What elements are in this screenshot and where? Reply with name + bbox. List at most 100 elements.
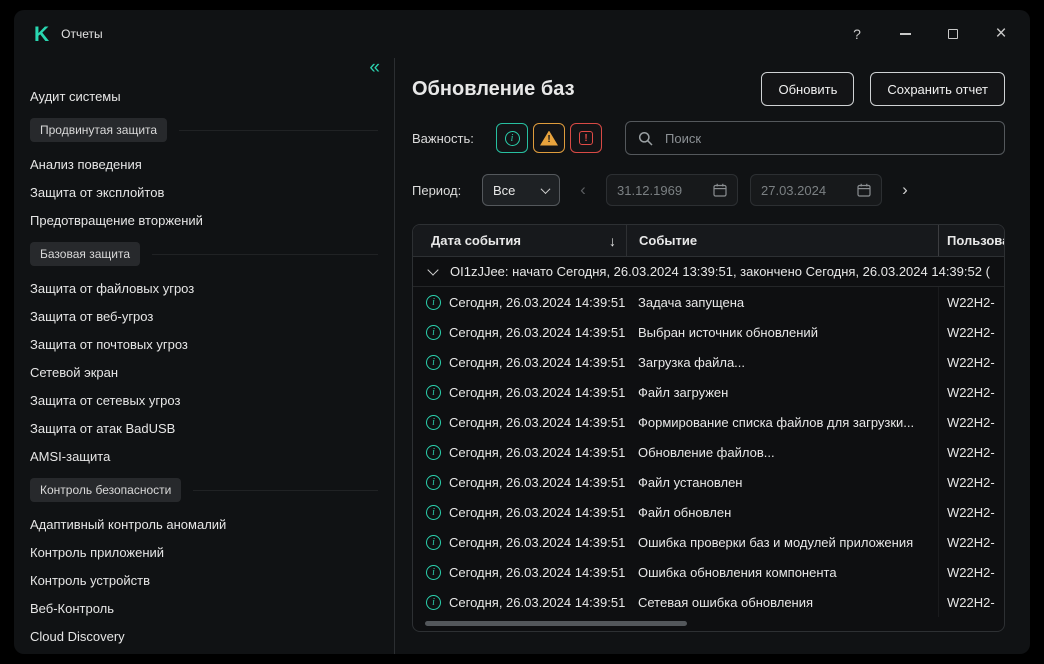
titlebar: K Отчеты ? × [14, 10, 1030, 58]
horizontal-scrollbar [425, 621, 992, 626]
info-icon [426, 445, 441, 460]
info-icon [426, 355, 441, 370]
sidebar-item[interactable]: Анализ поведения [30, 150, 378, 178]
info-icon [426, 505, 441, 520]
sidebar-item[interactable]: AMSI-защита [30, 442, 378, 470]
event-date: Сегодня, 26.03.2024 14:39:51 [449, 295, 625, 310]
severity-toggle-group [496, 123, 602, 153]
task-group-row[interactable]: OI1zJJee: начато Сегодня, 26.03.2024 13:… [413, 257, 1004, 287]
table-row[interactable]: Сегодня, 26.03.2024 14:39:51Файл установ… [413, 467, 1004, 497]
column-header-event[interactable]: Событие [626, 225, 938, 256]
sidebar-item[interactable]: Контроль устройств [30, 566, 378, 594]
table-row[interactable]: Сегодня, 26.03.2024 14:39:51Сетевая ошиб… [413, 587, 1004, 617]
sidebar-item[interactable]: Защита от файловых угроз [30, 274, 378, 302]
table-row[interactable]: Сегодня, 26.03.2024 14:39:51Ошибка обнов… [413, 557, 1004, 587]
date-from-input[interactable]: 31.12.1969 [606, 174, 738, 206]
date-to-value: 27.03.2024 [761, 183, 826, 198]
table-row[interactable]: Сегодня, 26.03.2024 14:39:51Обновление ф… [413, 437, 1004, 467]
main-header: Обновление баз Обновить Сохранить отчет [412, 72, 1005, 106]
event-date-cell: Сегодня, 26.03.2024 14:39:51 [413, 595, 626, 610]
event-user: W22H2- [938, 287, 1004, 317]
kaspersky-logo-icon: K [34, 24, 49, 45]
info-icon [426, 295, 441, 310]
event-date: Сегодня, 26.03.2024 14:39:51 [449, 475, 625, 490]
event-user: W22H2- [938, 467, 1004, 497]
close-button[interactable]: × [986, 19, 1016, 49]
severity-critical-toggle[interactable] [570, 123, 602, 153]
table-row[interactable]: Сегодня, 26.03.2024 14:39:51Загрузка фай… [413, 347, 1004, 377]
table-row[interactable]: Сегодня, 26.03.2024 14:39:51Файл загруже… [413, 377, 1004, 407]
sidebar-item[interactable]: Предотвращение вторжений [30, 206, 378, 234]
event-date-cell: Сегодня, 26.03.2024 14:39:51 [413, 415, 626, 430]
event-date-cell: Сегодня, 26.03.2024 14:39:51 [413, 295, 626, 310]
event-date: Сегодня, 26.03.2024 14:39:51 [449, 445, 625, 460]
table-row[interactable]: Сегодня, 26.03.2024 14:39:51Задача запущ… [413, 287, 1004, 317]
page-title: Обновление баз [412, 78, 575, 101]
period-select-value: Все [493, 183, 515, 198]
sidebar-item[interactable]: Аудит системы [30, 82, 378, 110]
event-name: Ошибка обновления компонента [626, 565, 938, 580]
period-next-button[interactable]: › [894, 180, 916, 200]
info-icon [505, 131, 520, 146]
maximize-button[interactable] [938, 19, 968, 49]
period-select[interactable]: Все [482, 174, 560, 206]
period-prev-button[interactable]: ‹ [572, 180, 594, 200]
event-name: Задача запущена [626, 295, 938, 310]
calendar-icon [713, 183, 727, 197]
sidebar-item[interactable]: Защита от сетевых угроз [30, 386, 378, 414]
severity-warning-toggle[interactable] [533, 123, 565, 153]
section-divider [193, 490, 378, 491]
sidebar-item[interactable]: Защита от веб-угроз [30, 302, 378, 330]
importance-label: Важность: [412, 131, 496, 146]
event-date-cell: Сегодня, 26.03.2024 14:39:51 [413, 505, 626, 520]
column-header-date[interactable]: Дата события ↓ [413, 225, 626, 256]
period-label: Период: [412, 183, 482, 198]
event-date-cell: Сегодня, 26.03.2024 14:39:51 [413, 445, 626, 460]
event-name: Ошибка проверки баз и модулей приложения [626, 535, 938, 550]
sidebar-item[interactable]: Адаптивный контроль аномалий [30, 510, 378, 538]
table-header: Дата события ↓ Событие Пользователь [413, 225, 1004, 257]
event-date-cell: Сегодня, 26.03.2024 14:39:51 [413, 325, 626, 340]
search-input[interactable] [663, 130, 992, 147]
refresh-button[interactable]: Обновить [761, 72, 854, 106]
sidebar-section: Продвинутая защита [30, 118, 378, 142]
info-icon [426, 565, 441, 580]
event-name: Файл обновлен [626, 505, 938, 520]
sort-descending-icon: ↓ [609, 233, 616, 249]
event-name: Выбран источник обновлений [626, 325, 938, 340]
events-table: Дата события ↓ Событие Пользователь OI1z… [412, 224, 1005, 632]
table-row[interactable]: Сегодня, 26.03.2024 14:39:51Файл обновле… [413, 497, 1004, 527]
event-name: Файл загружен [626, 385, 938, 400]
info-icon [426, 385, 441, 400]
event-user: W22H2- [938, 437, 1004, 467]
event-date: Сегодня, 26.03.2024 14:39:51 [449, 355, 625, 370]
sidebar-item[interactable]: Сетевой экран [30, 358, 378, 386]
table-row[interactable]: Сегодня, 26.03.2024 14:39:51Ошибка прове… [413, 527, 1004, 557]
severity-info-toggle[interactable] [496, 123, 528, 153]
event-date-cell: Сегодня, 26.03.2024 14:39:51 [413, 565, 626, 580]
table-body: Сегодня, 26.03.2024 14:39:51Задача запущ… [413, 287, 1004, 617]
sidebar-item[interactable]: Cloud Discovery [30, 622, 378, 650]
sidebar-item[interactable]: Контроль приложений [30, 538, 378, 566]
sidebar-item[interactable]: Защита от атак BadUSB [30, 414, 378, 442]
sidebar-list: Аудит системы Продвинутая защита Анализ по… [30, 82, 378, 650]
event-user: W22H2- [938, 587, 1004, 617]
date-to-input[interactable]: 27.03.2024 [750, 174, 882, 206]
chevron-down-icon [427, 264, 438, 275]
help-button[interactable]: ? [842, 19, 872, 49]
column-header-user[interactable]: Пользователь [938, 225, 1004, 256]
sidebar-item[interactable]: Веб-Контроль [30, 594, 378, 622]
search-icon [638, 131, 653, 146]
minimize-button[interactable] [890, 19, 920, 49]
horizontal-scrollbar-thumb[interactable] [425, 621, 687, 626]
sidebar-item[interactable]: Защита от эксплойтов [30, 178, 378, 206]
save-report-button[interactable]: Сохранить отчет [870, 72, 1005, 106]
event-date: Сегодня, 26.03.2024 14:39:51 [449, 595, 625, 610]
sidebar-item[interactable]: Защита от почтовых угроз [30, 330, 378, 358]
table-row[interactable]: Сегодня, 26.03.2024 14:39:51Формирование… [413, 407, 1004, 437]
info-icon [426, 325, 441, 340]
warning-icon [540, 131, 558, 146]
table-row[interactable]: Сегодня, 26.03.2024 14:39:51Выбран источ… [413, 317, 1004, 347]
sidebar-collapse-button[interactable]: « [369, 58, 380, 77]
event-name: Файл установлен [626, 475, 938, 490]
